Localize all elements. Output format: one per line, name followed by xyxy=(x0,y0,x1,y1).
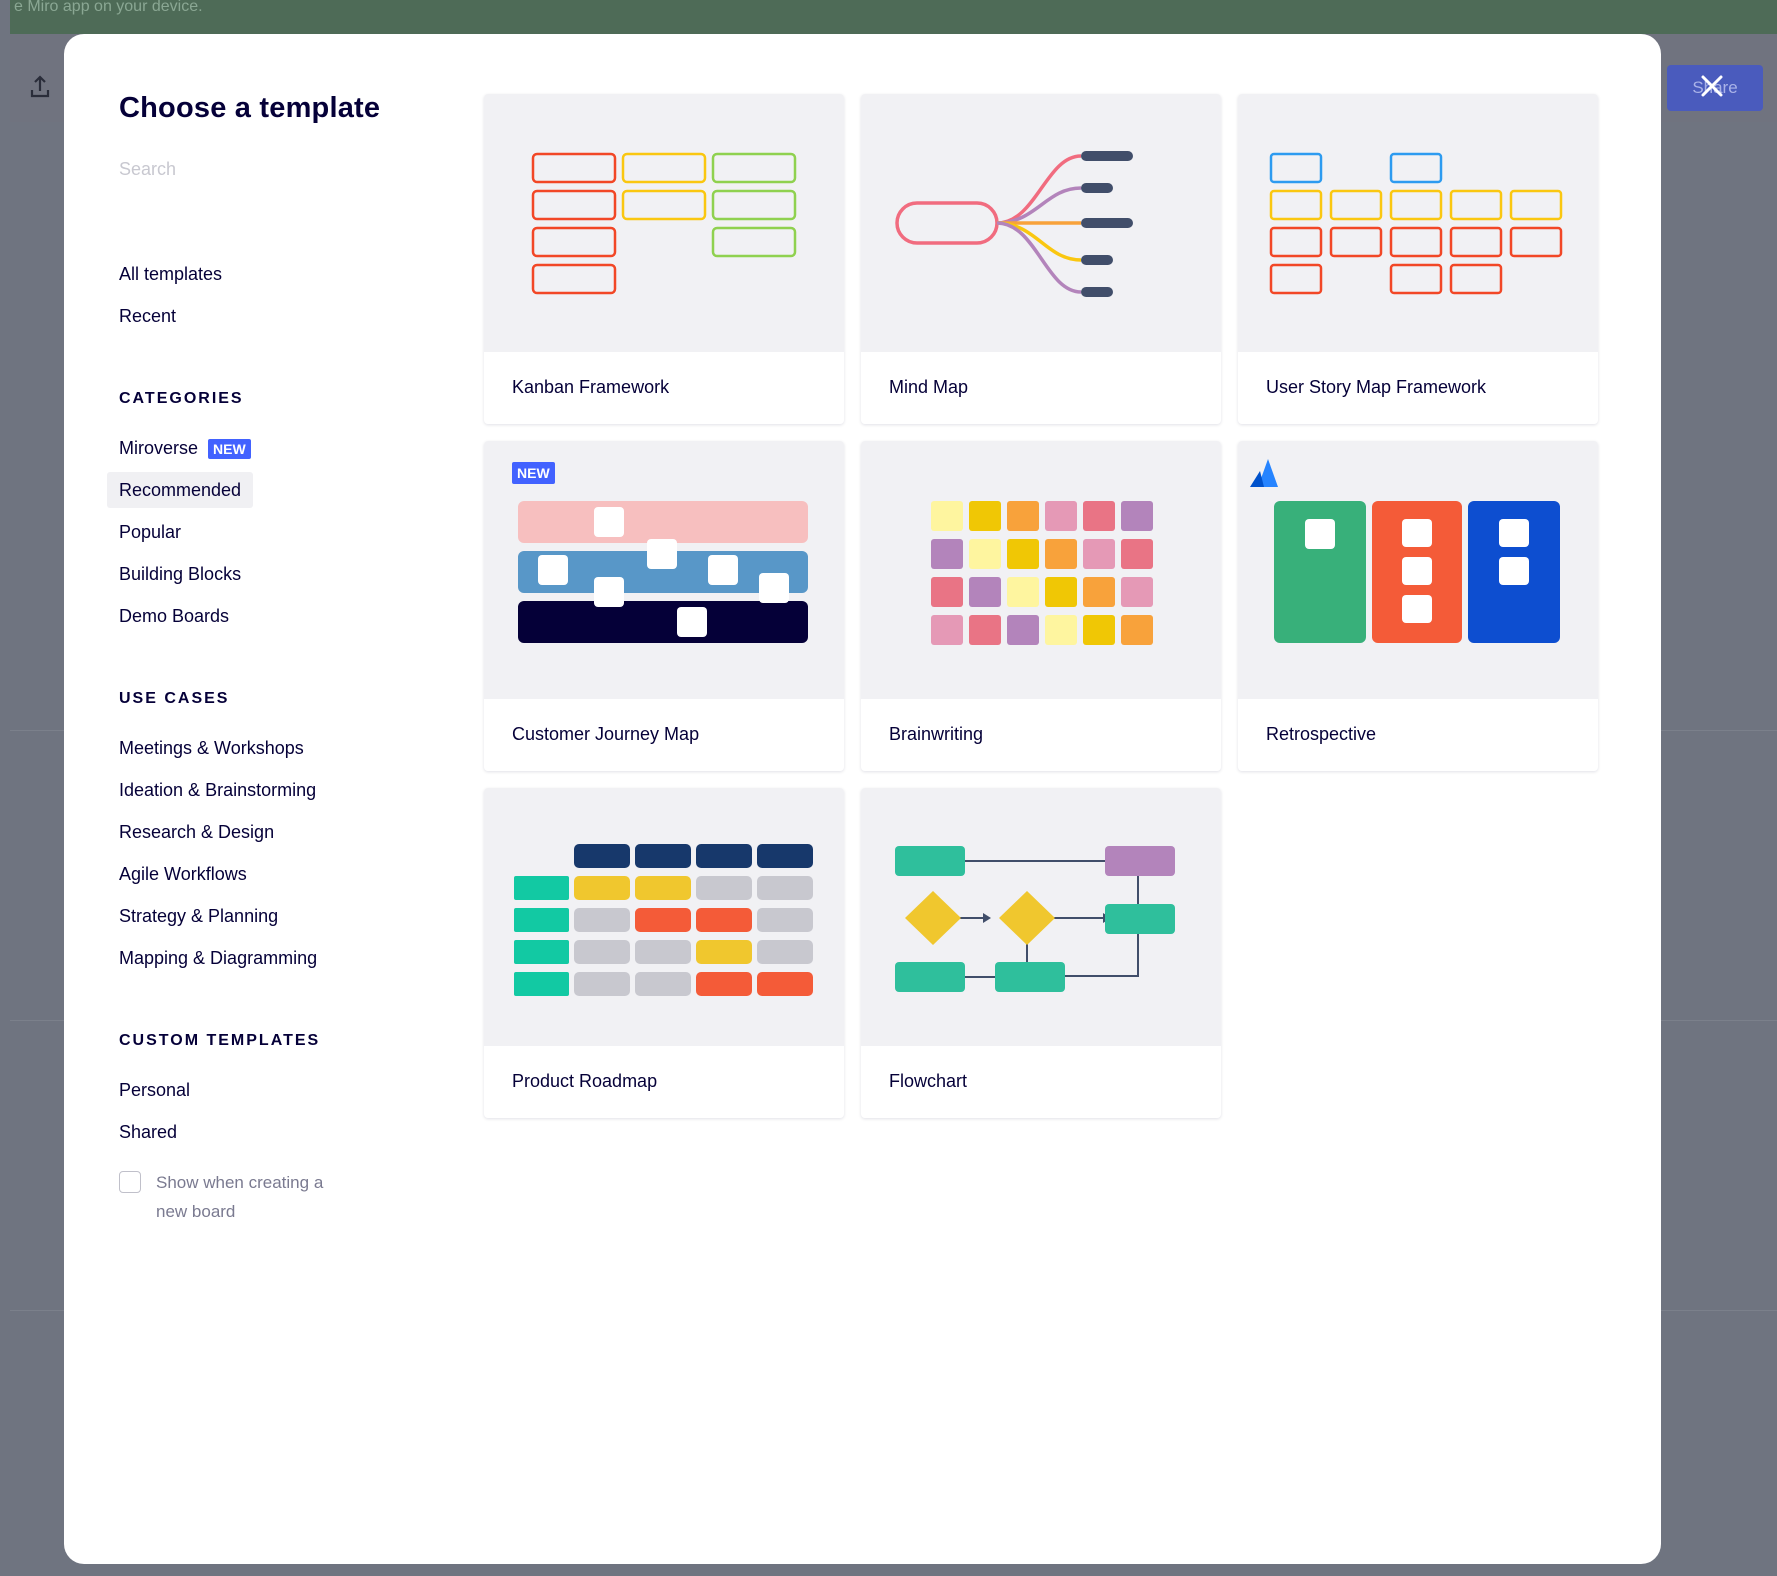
nav-all-templates[interactable]: All templates xyxy=(107,256,234,292)
new-badge: NEW xyxy=(512,462,555,484)
export-icon[interactable] xyxy=(30,74,50,100)
banner-text: e Miro app on your device. xyxy=(14,0,203,15)
category-label: Miroverse xyxy=(119,438,199,458)
template-card-mind-map[interactable]: Mind Map xyxy=(861,94,1221,424)
show-on-create-label: Show when creating a new board xyxy=(156,1173,324,1221)
template-sidebar: Choose a template All templates Recent C… xyxy=(64,34,464,1564)
show-on-create-checkbox[interactable] xyxy=(119,1171,141,1193)
category-building-blocks[interactable]: Building Blocks xyxy=(107,556,253,592)
use-case-strategy[interactable]: Strategy & Planning xyxy=(107,898,290,934)
use-case-mapping[interactable]: Mapping & Diagramming xyxy=(107,940,329,976)
category-popular[interactable]: Popular xyxy=(107,514,193,550)
category-recommended[interactable]: Recommended xyxy=(107,472,254,508)
atlassian-logo-icon xyxy=(1250,459,1278,487)
retro-preview xyxy=(1238,441,1598,699)
brainwriting-preview xyxy=(861,441,1221,699)
flowchart-preview xyxy=(861,788,1221,1046)
roadmap-preview xyxy=(484,788,844,1046)
template-picker-modal: Choose a template All templates Recent C… xyxy=(64,34,1661,1564)
categories-heading: CATEGORIES xyxy=(119,390,244,407)
modal-title: Choose a template xyxy=(119,92,381,124)
new-badge: NEW xyxy=(208,439,251,460)
template-title: Product Roadmap xyxy=(512,1071,658,1091)
kanban-preview xyxy=(484,94,844,352)
use-case-agile[interactable]: Agile Workflows xyxy=(107,856,259,892)
app-notification-banner: e Miro app on your device. xyxy=(10,0,1777,34)
template-card-brainwriting[interactable]: Brainwriting xyxy=(861,441,1221,771)
userstory-preview xyxy=(1238,94,1598,352)
use-case-research[interactable]: Research & Design xyxy=(107,814,286,850)
category-miroverse[interactable]: Miroverse NEW xyxy=(107,430,263,466)
category-demo-boards[interactable]: Demo Boards xyxy=(107,598,241,634)
close-icon[interactable] xyxy=(1698,72,1726,100)
template-card-product-roadmap[interactable]: Product Roadmap xyxy=(484,788,844,1118)
custom-shared[interactable]: Shared xyxy=(107,1114,189,1150)
search-input[interactable] xyxy=(119,152,379,186)
use-cases-heading: USE CASES xyxy=(119,690,230,707)
template-title: Kanban Framework xyxy=(512,377,670,397)
template-card-retrospective[interactable]: Retrospective xyxy=(1238,441,1598,771)
mindmap-preview xyxy=(861,94,1221,352)
template-title: Retrospective xyxy=(1266,724,1377,744)
template-title: Flowchart xyxy=(889,1071,968,1091)
template-title: Brainwriting xyxy=(889,724,984,744)
use-case-meetings[interactable]: Meetings & Workshops xyxy=(107,730,316,766)
template-title: Mind Map xyxy=(889,377,969,397)
use-case-ideation[interactable]: Ideation & Brainstorming xyxy=(107,772,328,808)
template-card-customer-journey[interactable]: NEW Customer Journey Map xyxy=(484,441,844,771)
custom-templates-heading: CUSTOM TEMPLATES xyxy=(119,1032,321,1049)
nav-recent[interactable]: Recent xyxy=(107,298,188,334)
template-title: User Story Map Framework xyxy=(1266,377,1487,397)
template-title: Customer Journey Map xyxy=(512,724,700,744)
custom-personal[interactable]: Personal xyxy=(107,1072,202,1108)
template-card-user-story-map[interactable]: User Story Map Framework xyxy=(1238,94,1598,424)
template-card-flowchart[interactable]: Flowchart xyxy=(861,788,1221,1118)
template-card-kanban[interactable]: Kanban Framework xyxy=(484,94,844,424)
